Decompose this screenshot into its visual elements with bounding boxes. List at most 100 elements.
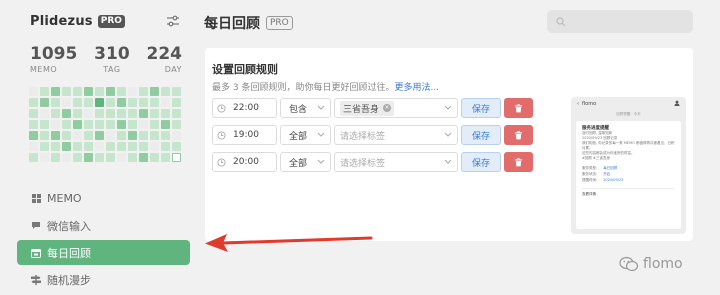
heatmap-day-cell[interactable] xyxy=(73,109,82,118)
heatmap-day-cell[interactable] xyxy=(128,87,137,96)
heatmap-day-cell[interactable] xyxy=(62,131,71,140)
heatmap-day-cell[interactable] xyxy=(40,142,49,151)
heatmap-day-cell[interactable] xyxy=(128,98,137,107)
heatmap-day-cell[interactable] xyxy=(73,153,82,162)
heatmap-day-cell[interactable] xyxy=(51,98,60,107)
heatmap-day-cell[interactable] xyxy=(40,120,49,129)
heatmap-day-cell[interactable] xyxy=(161,153,170,162)
heatmap-day-cell[interactable] xyxy=(84,109,93,118)
heatmap-day-cell[interactable] xyxy=(106,109,115,118)
heatmap-day-cell[interactable] xyxy=(150,142,159,151)
heatmap-day-cell[interactable] xyxy=(150,153,159,162)
heatmap-day-cell[interactable] xyxy=(106,87,115,96)
heatmap-day-cell[interactable] xyxy=(73,98,82,107)
heatmap-day-cell[interactable] xyxy=(40,98,49,107)
heatmap-day-cell[interactable] xyxy=(139,87,148,96)
heatmap-day-cell[interactable] xyxy=(29,120,38,129)
heatmap-day-cell[interactable] xyxy=(172,109,181,118)
heatmap-day-cell[interactable] xyxy=(51,131,60,140)
heatmap-day-cell[interactable] xyxy=(150,120,159,129)
heatmap-day-cell[interactable] xyxy=(117,87,126,96)
heatmap-day-cell[interactable] xyxy=(128,153,137,162)
heatmap-day-cell[interactable] xyxy=(172,131,181,140)
more-usage-link[interactable]: 更多用法... xyxy=(394,83,439,93)
heatmap-day-cell[interactable] xyxy=(29,109,38,118)
heatmap-day-cell[interactable] xyxy=(62,98,71,107)
heatmap-day-cell[interactable] xyxy=(40,87,49,96)
heatmap-day-cell[interactable] xyxy=(106,98,115,107)
heatmap-day-cell[interactable] xyxy=(139,153,148,162)
tag-select[interactable]: 请选择标签 xyxy=(334,152,458,172)
save-button[interactable]: 保存 xyxy=(461,152,501,172)
heatmap-day-cell[interactable] xyxy=(139,98,148,107)
tag-select[interactable]: 三省吾身 × xyxy=(334,98,458,118)
heatmap-day-cell[interactable] xyxy=(106,153,115,162)
heatmap-day-cell[interactable] xyxy=(139,109,148,118)
heatmap-day-cell[interactable] xyxy=(62,87,71,96)
tag-select[interactable]: 请选择标签 xyxy=(334,125,458,145)
mode-select[interactable]: 包含 xyxy=(280,98,331,118)
heatmap-day-cell[interactable] xyxy=(161,109,170,118)
time-picker[interactable]: 19:00 xyxy=(212,125,277,145)
heatmap-day-cell[interactable] xyxy=(84,153,93,162)
heatmap-day-cell[interactable] xyxy=(29,98,38,107)
mode-select[interactable]: 全部 xyxy=(280,152,331,172)
heatmap-day-cell[interactable] xyxy=(40,109,49,118)
heatmap-day-cell[interactable] xyxy=(150,131,159,140)
save-button[interactable]: 保存 xyxy=(461,98,501,118)
sidebar-item-daily-review[interactable]: 每日回顾 xyxy=(17,240,190,265)
heatmap-day-cell[interactable] xyxy=(117,120,126,129)
heatmap-day-cell[interactable] xyxy=(172,98,181,107)
heatmap-day-cell[interactable] xyxy=(84,120,93,129)
heatmap-day-cell[interactable] xyxy=(51,109,60,118)
heatmap-day-cell[interactable] xyxy=(161,87,170,96)
mode-select[interactable]: 全部 xyxy=(280,125,331,145)
heatmap-day-cell[interactable] xyxy=(95,120,104,129)
heatmap-day-cell[interactable] xyxy=(172,120,181,129)
heatmap-day-cell[interactable] xyxy=(40,131,49,140)
sidebar-item-wechat[interactable]: 微信输入 xyxy=(17,213,190,238)
heatmap-day-cell[interactable] xyxy=(139,131,148,140)
heatmap-day-cell[interactable] xyxy=(161,120,170,129)
heatmap-day-cell[interactable] xyxy=(161,98,170,107)
heatmap-day-cell[interactable] xyxy=(172,153,181,162)
heatmap-day-cell[interactable] xyxy=(161,131,170,140)
time-picker[interactable]: 20:00 xyxy=(212,152,277,172)
heatmap-day-cell[interactable] xyxy=(29,87,38,96)
heatmap-day-cell[interactable] xyxy=(150,109,159,118)
save-button[interactable]: 保存 xyxy=(461,125,501,145)
heatmap-day-cell[interactable] xyxy=(29,131,38,140)
heatmap-day-cell[interactable] xyxy=(117,109,126,118)
heatmap-day-cell[interactable] xyxy=(95,87,104,96)
heatmap-day-cell[interactable] xyxy=(106,120,115,129)
heatmap-day-cell[interactable] xyxy=(51,142,60,151)
heatmap-day-cell[interactable] xyxy=(117,131,126,140)
heatmap-day-cell[interactable] xyxy=(95,109,104,118)
heatmap-day-cell[interactable] xyxy=(128,120,137,129)
heatmap-day-cell[interactable] xyxy=(95,131,104,140)
heatmap-day-cell[interactable] xyxy=(172,87,181,96)
heatmap-day-cell[interactable] xyxy=(73,87,82,96)
heatmap-day-cell[interactable] xyxy=(84,131,93,140)
heatmap-day-cell[interactable] xyxy=(95,142,104,151)
heatmap-day-cell[interactable] xyxy=(51,120,60,129)
heatmap-day-cell[interactable] xyxy=(62,153,71,162)
sidebar-item-memo[interactable]: MEMO xyxy=(17,186,190,211)
heatmap-day-cell[interactable] xyxy=(128,109,137,118)
heatmap-day-cell[interactable] xyxy=(117,98,126,107)
heatmap-day-cell[interactable] xyxy=(73,131,82,140)
heatmap-day-cell[interactable] xyxy=(84,98,93,107)
heatmap-day-cell[interactable] xyxy=(73,142,82,151)
heatmap-day-cell[interactable] xyxy=(139,142,148,151)
heatmap-day-cell[interactable] xyxy=(40,153,49,162)
delete-button[interactable] xyxy=(504,125,533,145)
time-picker[interactable]: 22:00 xyxy=(212,98,277,118)
heatmap-day-cell[interactable] xyxy=(106,142,115,151)
remove-tag-icon[interactable]: × xyxy=(383,104,392,112)
heatmap-day-cell[interactable] xyxy=(172,142,181,151)
heatmap-day-cell[interactable] xyxy=(95,153,104,162)
heatmap-day-cell[interactable] xyxy=(150,98,159,107)
heatmap-day-cell[interactable] xyxy=(51,87,60,96)
heatmap-day-cell[interactable] xyxy=(117,142,126,151)
heatmap-day-cell[interactable] xyxy=(62,142,71,151)
